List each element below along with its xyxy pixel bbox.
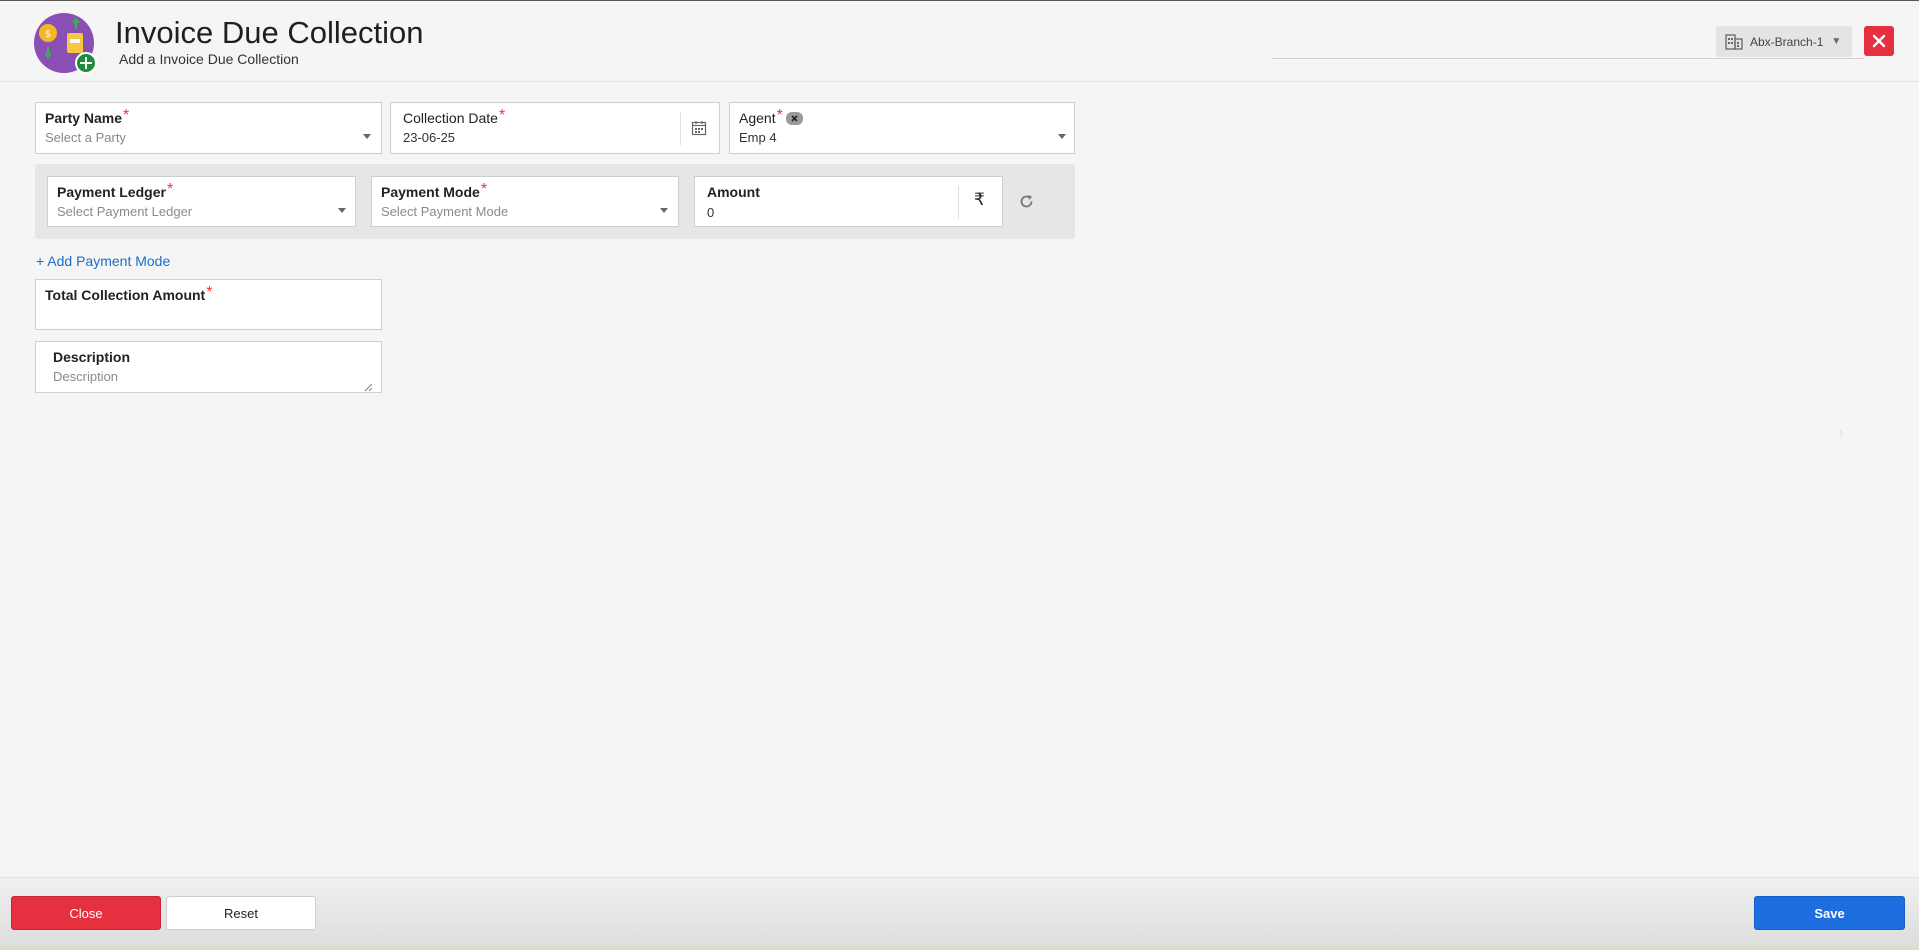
page-header: $ Invoice Due Collection Add a Invoice D… [0,1,1919,82]
party-name-placeholder: Select a Party [45,130,126,145]
field-divider [680,112,681,145]
chevron-down-icon: ▼ [1831,36,1842,47]
required-marker: * [498,107,506,124]
close-icon[interactable] [1864,26,1894,56]
payment-mode-label: Payment Mode [381,184,480,200]
chevron-down-icon [1058,134,1066,139]
branch-selector[interactable]: Abx-Branch-1 ▼ [1716,26,1852,57]
calendar-icon[interactable] [691,120,707,141]
reset-button[interactable]: Reset [166,896,316,930]
chevron-down-icon [338,208,346,213]
chevron-right-icon: › [1838,422,1844,442]
amount-label: Amount [707,184,760,200]
branch-name: Abx-Branch-1 [1750,34,1824,49]
payment-mode-select[interactable]: Payment Mode* Select Payment Mode [371,176,679,227]
agent-label: Agent [739,110,776,126]
collection-date-label: Collection Date [403,110,498,126]
save-button[interactable]: Save [1754,896,1905,930]
required-marker: * [776,107,783,124]
description-label: Description [53,349,131,365]
collection-date-field[interactable]: Collection Date* 23-06-25 [390,102,720,154]
required-marker: * [480,181,488,198]
description-textarea[interactable]: Description Description [35,341,382,393]
page-subtitle: Add a Invoice Due Collection [119,51,299,67]
close-button[interactable]: Close [11,896,161,930]
total-collection-amount-label: Total Collection Amount [45,287,206,303]
description-placeholder: Description [53,369,119,384]
clear-icon[interactable] [785,111,803,125]
chevron-down-icon [660,208,668,213]
collection-logo-icon: $ [34,11,98,75]
page-title: Invoice Due Collection [115,15,424,50]
collection-date-value: 23-06-25 [403,130,456,145]
svg-text:$: $ [45,29,51,40]
payment-ledger-placeholder: Select Payment Ledger [57,204,193,219]
required-marker: * [123,107,130,124]
header-divider [1272,58,1864,59]
agent-value: Emp 4 [739,130,777,145]
agent-select[interactable]: Agent* Emp 4 [729,102,1075,154]
add-payment-mode-link[interactable]: + Add Payment Mode [36,253,170,269]
resize-handle-icon[interactable] [364,379,373,397]
payment-ledger-select[interactable]: Payment Ledger* Select Payment Ledger [47,176,356,227]
payment-mode-placeholder: Select Payment Mode [381,204,509,219]
amount-field[interactable]: Amount 0 ₹ [694,176,1003,227]
chevron-down-icon [363,134,371,139]
building-icon [1725,33,1743,50]
rupee-icon: ₹ [974,190,985,209]
field-divider [958,186,959,219]
payment-mode-panel: Payment Ledger* Select Payment Ledger Pa… [35,164,1075,239]
refresh-icon[interactable] [1018,193,1035,215]
total-collection-amount-field[interactable]: Total Collection Amount* [35,279,382,330]
payment-ledger-label: Payment Ledger [57,184,166,200]
party-name-label: Party Name [45,110,123,126]
required-marker: * [166,181,174,198]
party-name-select[interactable]: Party Name* Select a Party [35,102,382,154]
required-marker: * [206,284,213,301]
amount-value: 0 [707,205,715,220]
